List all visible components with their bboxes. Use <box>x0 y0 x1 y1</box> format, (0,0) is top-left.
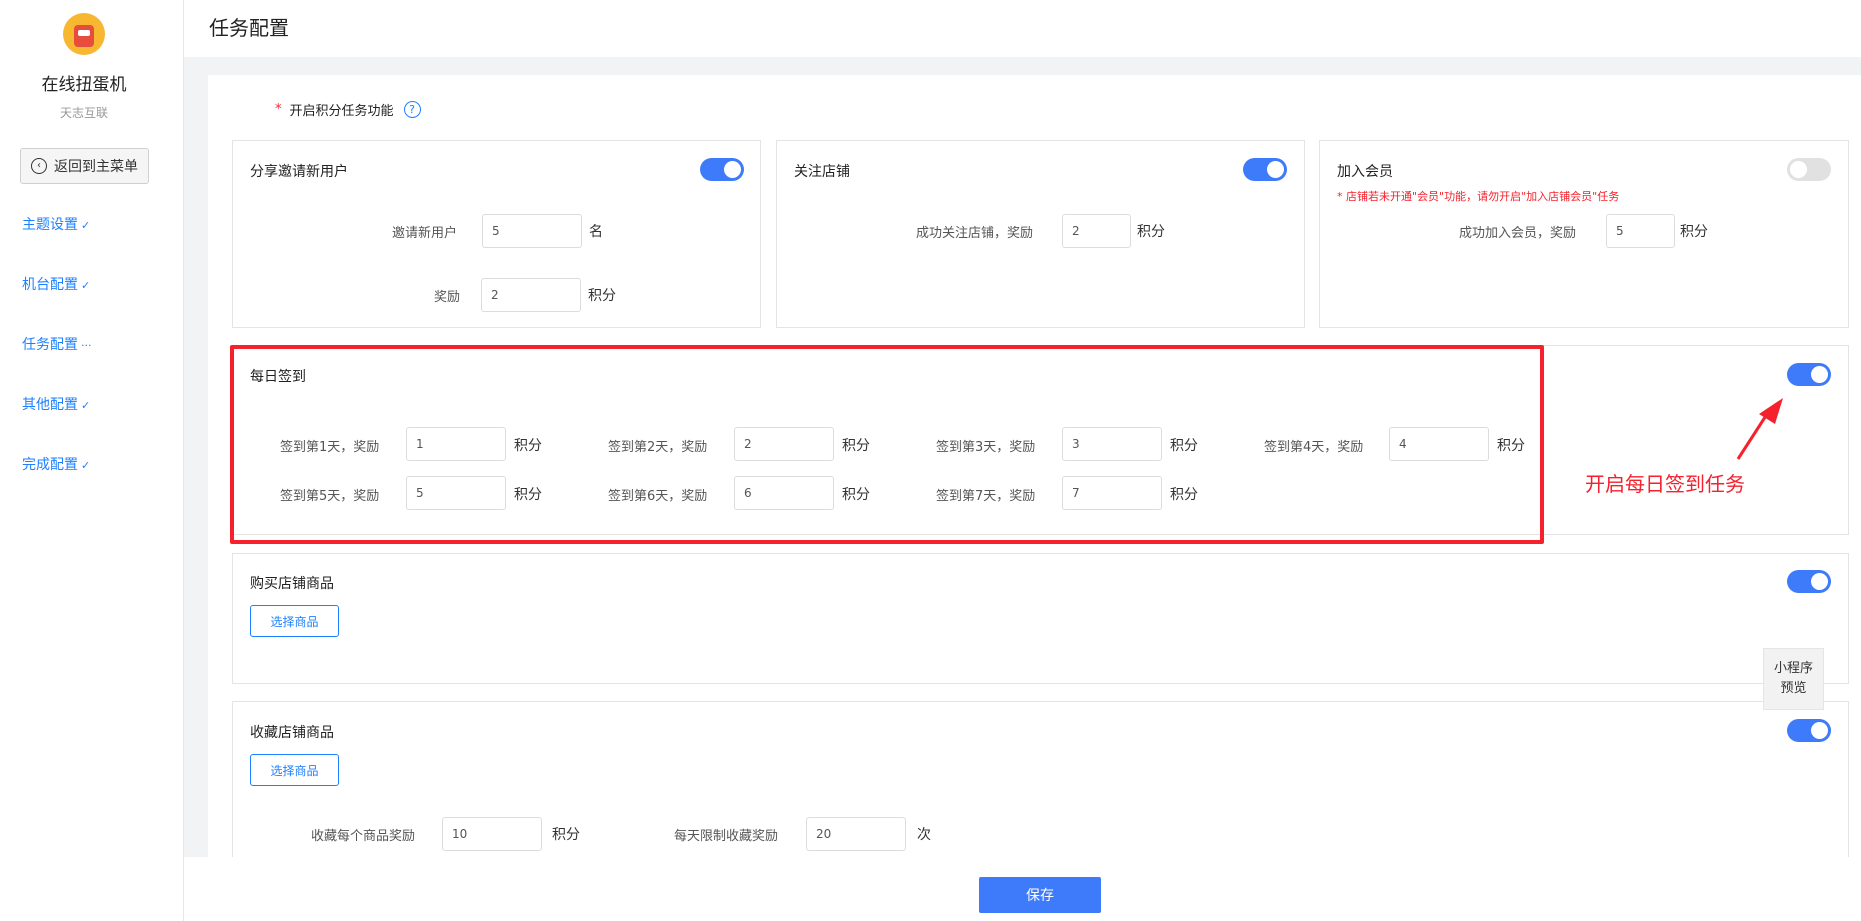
collect-goods-card: 收藏店铺商品 选择商品 收藏每个商品奖励 10 积分 每天限制收藏奖励 20 次 <box>232 701 1849 861</box>
highlight-box <box>230 345 1544 544</box>
required-mark: * <box>275 102 282 117</box>
collect-daily-limit-label: 每天限制收藏奖励 <box>674 829 779 844</box>
collect-select-goods-button[interactable]: 选择商品 <box>250 754 339 786</box>
join-member-toggle[interactable] <box>1787 158 1831 181</box>
join-member-card: 加入会员 * 店铺若未开通"会员"功能，请勿开启"加入店铺会员"任务 成功加入会… <box>1319 140 1849 328</box>
check-icon: ✓ <box>81 399 91 412</box>
follow-reward-unit: 积分 <box>1137 224 1165 240</box>
member-reward-input[interactable]: 5 <box>1606 214 1675 248</box>
save-button[interactable]: 保存 <box>979 877 1101 913</box>
buy-select-goods-button[interactable]: 选择商品 <box>250 605 339 637</box>
more-dots-icon: ··· <box>81 339 92 352</box>
invite-reward-unit: 积分 <box>588 288 616 304</box>
card-title: 加入会员 <box>1337 164 1393 180</box>
follow-reward-label: 成功关注店铺，奖励 <box>916 226 1034 241</box>
sidebar-item-label: 其他配置 <box>22 397 78 413</box>
check-icon: ✓ <box>81 459 91 472</box>
sidebar-item-label: 完成配置 <box>22 457 78 473</box>
collect-per-item-input[interactable]: 10 <box>442 817 542 851</box>
help-icon[interactable]: ? <box>403 101 421 118</box>
buy-goods-card: 购买店铺商品 选择商品 <box>232 553 1849 684</box>
collect-per-item-label: 收藏每个商品奖励 <box>311 829 416 844</box>
chevron-left-circle-icon: ‹ <box>31 158 47 174</box>
check-icon: ✓ <box>81 279 91 292</box>
preview-line1: 小程序 <box>1773 661 1813 676</box>
preview-line2: 预览 <box>1780 681 1807 696</box>
member-warning: * 店铺若未开通"会员"功能，请勿开启"加入店铺会员"任务 <box>1337 190 1620 203</box>
annotation-arrow-icon <box>1736 398 1783 460</box>
follow-shop-toggle[interactable] <box>1243 158 1287 181</box>
sidebar-item-label: 主题设置 <box>22 217 78 233</box>
follow-shop-card: 关注店铺 成功关注店铺，奖励 2 积分 <box>776 140 1305 328</box>
card-title: 关注店铺 <box>794 164 850 180</box>
follow-reward-input[interactable]: 2 <box>1062 214 1131 248</box>
miniprogram-preview-button[interactable]: 小程序 预览 <box>1763 648 1824 710</box>
sidebar-item-other[interactable]: 其他配置 ✓ <box>22 394 90 414</box>
card-title: 购买店铺商品 <box>250 576 334 592</box>
master-toggle-label: 开启积分任务功能 <box>289 104 394 119</box>
collect-daily-limit-input[interactable]: 20 <box>806 817 906 851</box>
sidebar-item-label: 任务配置 <box>22 337 78 353</box>
sidebar: 在线扭蛋机 天志互联 ‹ 返回到主菜单 主题设置 ✓ 机台配置 ✓ 任务配置 ··· … <box>0 0 184 921</box>
member-reward-unit: 积分 <box>1680 224 1708 240</box>
points-task-master-setting: * 开启积分任务功能 ? <box>275 100 421 119</box>
card-title: 分享邀请新用户 <box>250 164 348 180</box>
back-to-menu-button[interactable]: ‹ 返回到主菜单 <box>20 148 149 184</box>
buy-goods-toggle[interactable] <box>1787 570 1831 593</box>
sidebar-item-finish[interactable]: 完成配置 ✓ <box>22 454 90 474</box>
invite-count-unit: 名 <box>589 224 603 240</box>
collect-goods-toggle[interactable] <box>1787 719 1831 742</box>
check-icon: ✓ <box>81 219 91 232</box>
sidebar-item-task[interactable]: 任务配置 ··· <box>22 334 92 354</box>
share-invite-card: 分享邀请新用户 邀请新用户 5 名 奖励 2 积分 <box>232 140 761 328</box>
daily-checkin-toggle[interactable] <box>1787 363 1831 386</box>
invite-reward-label: 奖励 <box>434 290 461 305</box>
page-title: 任务配置 <box>209 16 289 40</box>
card-title: 收藏店铺商品 <box>250 725 334 741</box>
app-name: 在线扭蛋机 <box>41 75 127 95</box>
invite-count-label: 邀请新用户 <box>392 226 458 241</box>
sidebar-item-theme[interactable]: 主题设置 ✓ <box>22 214 90 234</box>
member-reward-label: 成功加入会员，奖励 <box>1459 226 1577 241</box>
collect-daily-limit-unit: 次 <box>917 827 931 843</box>
annotation-text: 开启每日签到任务 <box>1585 472 1745 496</box>
collect-per-item-unit: 积分 <box>552 827 580 843</box>
app-logo-icon <box>63 13 105 55</box>
app-subtitle: 天志互联 <box>59 106 108 120</box>
share-invite-toggle[interactable] <box>700 158 744 181</box>
invite-reward-input[interactable]: 2 <box>481 278 581 312</box>
invite-count-input[interactable]: 5 <box>482 214 582 248</box>
back-to-menu-label: 返回到主菜单 <box>54 159 138 175</box>
sidebar-item-label: 机台配置 <box>22 277 78 293</box>
sidebar-item-machine[interactable]: 机台配置 ✓ <box>22 274 90 294</box>
